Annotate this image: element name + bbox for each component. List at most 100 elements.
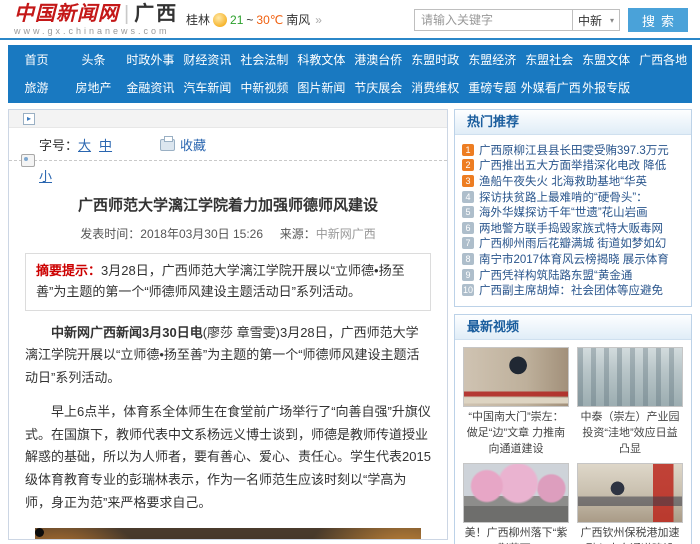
nav-item-foreign-edition[interactable]: 外报专版 xyxy=(578,74,635,102)
search-button[interactable]: 搜索 xyxy=(628,8,688,32)
nav-item-guangxi-local[interactable]: 广西各地 xyxy=(635,46,692,74)
content-area: ▸ 字号： 大 中 收藏 小 广西师范大学漓江学院着力加强师德师风建设 发表时间… xyxy=(8,109,692,544)
site-logo[interactable]: 中国新闻网|广西 www.gx.chinanews.com xyxy=(14,3,178,36)
nav-item-headlines[interactable]: 头条 xyxy=(65,46,122,74)
nav-item-auto[interactable]: 汽车新闻 xyxy=(179,74,236,102)
video-caption[interactable]: 美！广西柳州落下“紫荆花雨” xyxy=(463,526,569,544)
hot-item-text: 广西柳州雨后花瓣满城 街道如梦如幻 xyxy=(479,236,666,252)
video-item-3[interactable]: 美！广西柳州落下“紫荆花雨” xyxy=(463,463,569,544)
rank-badge: 5 xyxy=(462,206,474,218)
weather-wind: 南风 xyxy=(286,11,310,28)
search-scope-value: 中新 xyxy=(578,12,602,29)
nav-item-specials[interactable]: 重磅专题 xyxy=(464,74,521,102)
nav-item-politics[interactable]: 时政外事 xyxy=(122,46,179,74)
nav-item-video[interactable]: 中新视频 xyxy=(236,74,293,102)
hot-item-9[interactable]: 9广西凭祥构筑陆路东盟“黄金通 xyxy=(462,267,684,283)
hot-item-5[interactable]: 5海外华媒探访千年“世遗”花山岩画 xyxy=(462,204,684,220)
nav-item-photos[interactable]: 图片新闻 xyxy=(293,74,350,102)
search-scope-select[interactable]: 中新 ▾ xyxy=(572,9,620,31)
publish-time-label: 发表时间： xyxy=(80,227,140,241)
header-divider xyxy=(0,38,700,40)
hot-recommendations-box: 热门推荐 1广西原柳江县县长田雯受贿397.3万元 2 广西推出五大方面举措深化电… xyxy=(454,109,692,307)
nav-item-asean-society[interactable]: 东盟社会 xyxy=(521,46,578,74)
article-photo: 广西师范大学漓江学院 “立师德•扬至善”师德师风 建设主题活动日 ——课程思政“… xyxy=(35,528,421,540)
rank-badge: 10 xyxy=(462,284,474,296)
hot-recommendations-list: 1广西原柳江县县长田雯受贿397.3万元 2广西推出五大方面举措深化电改 降低 … xyxy=(455,135,691,306)
hot-item-7[interactable]: 7广西柳州雨后花瓣满城 街道如梦如幻 xyxy=(462,236,684,252)
stage-lights xyxy=(35,528,44,537)
video-thumbnail[interactable] xyxy=(577,463,683,523)
rank-badge: 2 xyxy=(462,159,474,171)
nav-item-hk-macao[interactable]: 港澳台侨 xyxy=(350,46,407,74)
latest-videos-box: 最新视频 “中国南大门”崇左：做足“边”文章 力推南向通道建设 中泰（崇左）产业… xyxy=(454,314,692,544)
nav-item-asean-economy[interactable]: 东盟经济 xyxy=(464,46,521,74)
search-input[interactable] xyxy=(414,9,572,31)
nav-item-festivals[interactable]: 节庆展会 xyxy=(350,74,407,102)
hot-item-10[interactable]: 10 广西副主席胡焯：社会团体等应避免 xyxy=(462,282,684,298)
weather-more-arrow[interactable]: » xyxy=(315,13,322,27)
hot-recommendations-title: 热门推荐 xyxy=(455,110,691,135)
main-nav: 首页 头条 时政外事 财经资讯 社会法制 科教文体 港澳台侨 东盟时政 东盟经济… xyxy=(8,45,692,103)
summary-label: 摘要提示： xyxy=(36,263,101,278)
nav-item-finance[interactable]: 财经资讯 xyxy=(179,46,236,74)
nav-row-2: 旅游 房地产 金融资讯 汽车新闻 中新视频 图片新闻 节庆展会 消费维权 重磅专… xyxy=(8,74,692,102)
hot-item-text: 两地警方联手捣毁家族式特大贩毒网 xyxy=(479,220,663,236)
dateline-bold: 中新网广西新闻3月30日电 xyxy=(51,325,203,340)
hot-item-2[interactable]: 2 广西推出五大方面举措深化电改 降低 xyxy=(462,158,684,174)
hot-item-4[interactable]: 4探访扶贫路上最难啃的“硬骨头”： xyxy=(462,189,684,205)
hot-item-8[interactable]: 8南宁市2017体育风云榜揭晓 展示体育 xyxy=(462,251,684,267)
video-caption[interactable]: “中国南大门”崇左：做足“边”文章 力推南向通道建设 xyxy=(463,410,569,458)
video-item-4[interactable]: 广西钦州保税港加速融入南向通道建设 xyxy=(577,463,683,544)
latest-videos-title: 最新视频 xyxy=(455,315,691,340)
rank-badge: 6 xyxy=(462,222,474,234)
rank-badge: 4 xyxy=(462,191,474,203)
nav-item-travel[interactable]: 旅游 xyxy=(8,74,65,102)
fontsize-label: 字号： xyxy=(39,135,78,154)
video-item-1[interactable]: “中国南大门”崇左：做足“边”文章 力推南向通道建设 xyxy=(463,347,569,458)
hot-item-text: 广西推出五大方面举措深化电改 降低 xyxy=(479,158,666,174)
video-caption[interactable]: 广西钦州保税港加速融入南向通道建设 xyxy=(577,526,683,544)
broken-image-icon: ▸ xyxy=(23,113,35,125)
hot-item-3[interactable]: 3 渔船午夜失火 北海救助基地“华英 xyxy=(462,173,684,189)
search-bar: 中新 ▾ 搜索 xyxy=(414,8,688,32)
nav-item-consumer[interactable]: 消费维权 xyxy=(407,74,464,102)
nav-item-society-law[interactable]: 社会法制 xyxy=(236,46,293,74)
nav-item-asean-politics[interactable]: 东盟时政 xyxy=(407,46,464,74)
logo-separator: | xyxy=(124,3,129,25)
hot-item-6[interactable]: 6 两地警方联手捣毁家族式特大贩毒网 xyxy=(462,220,684,236)
summary-box: 摘要提示：3月28日，广西师范大学漓江学院开展以“立师德•扬至善”为主题的第一个… xyxy=(25,253,431,311)
rank-badge: 1 xyxy=(462,144,474,156)
nav-item-edu-culture[interactable]: 科教文体 xyxy=(293,46,350,74)
favorite-button[interactable]: 收藏 xyxy=(180,135,206,154)
share-icon[interactable] xyxy=(21,154,35,167)
nav-item-asean-culture[interactable]: 东盟文体 xyxy=(578,46,635,74)
weather-temp-sep: ~ xyxy=(246,13,253,27)
sidebar: 热门推荐 1广西原柳江县县长田雯受贿397.3万元 2 广西推出五大方面举措深化电… xyxy=(454,109,692,544)
video-thumbnail[interactable] xyxy=(577,347,683,407)
article-paragraph-2: 早上6点半，体育系全体师生在食堂前广场举行了“向善自强”升旗仪式。在国旗下，教师… xyxy=(25,401,431,515)
nav-item-banking[interactable]: 金融资讯 xyxy=(122,74,179,102)
video-caption[interactable]: 中泰（崇左）产业园 投资“洼地”效应日益凸显 xyxy=(577,410,683,458)
rank-badge: 3 xyxy=(462,175,474,187)
fontsize-large-button[interactable]: 大 xyxy=(78,135,91,154)
fontsize-medium-button[interactable]: 中 xyxy=(99,135,112,154)
publish-time: 2018年03月30日 15:26 xyxy=(140,227,263,241)
hot-item-text: 渔船午夜失火 北海救助基地“华英 xyxy=(479,173,647,189)
nav-item-home[interactable]: 首页 xyxy=(8,46,65,74)
logo-region: 广西 xyxy=(134,3,178,25)
hot-item-text: 广西副主席胡焯：社会团体等应避免 xyxy=(479,282,663,298)
nav-item-realestate[interactable]: 房地产 xyxy=(65,74,122,102)
hot-item-1[interactable]: 1广西原柳江县县长田雯受贿397.3万元 xyxy=(462,142,684,158)
sun-icon xyxy=(213,13,227,27)
article-toolbar-strip: ▸ xyxy=(9,110,447,128)
fontsize-small-button[interactable]: 小 xyxy=(39,169,52,184)
nav-item-foreign-media[interactable]: 外媒看广西 xyxy=(521,74,578,102)
weather-widget[interactable]: 桂林 21~30℃ 南风 » xyxy=(186,11,322,28)
video-thumbnail[interactable] xyxy=(463,463,569,523)
chevron-down-icon: ▾ xyxy=(610,16,614,25)
video-grid: “中国南大门”崇左：做足“边”文章 力推南向通道建设 中泰（崇左）产业园 投资“… xyxy=(455,340,691,544)
logo-text: 中国新闻网|广西 xyxy=(14,3,178,25)
video-thumbnail[interactable] xyxy=(463,347,569,407)
video-item-2[interactable]: 中泰（崇左）产业园 投资“洼地”效应日益凸显 xyxy=(577,347,683,458)
article-column: ▸ 字号： 大 中 收藏 小 广西师范大学漓江学院着力加强师德师风建设 发表时间… xyxy=(8,109,448,540)
